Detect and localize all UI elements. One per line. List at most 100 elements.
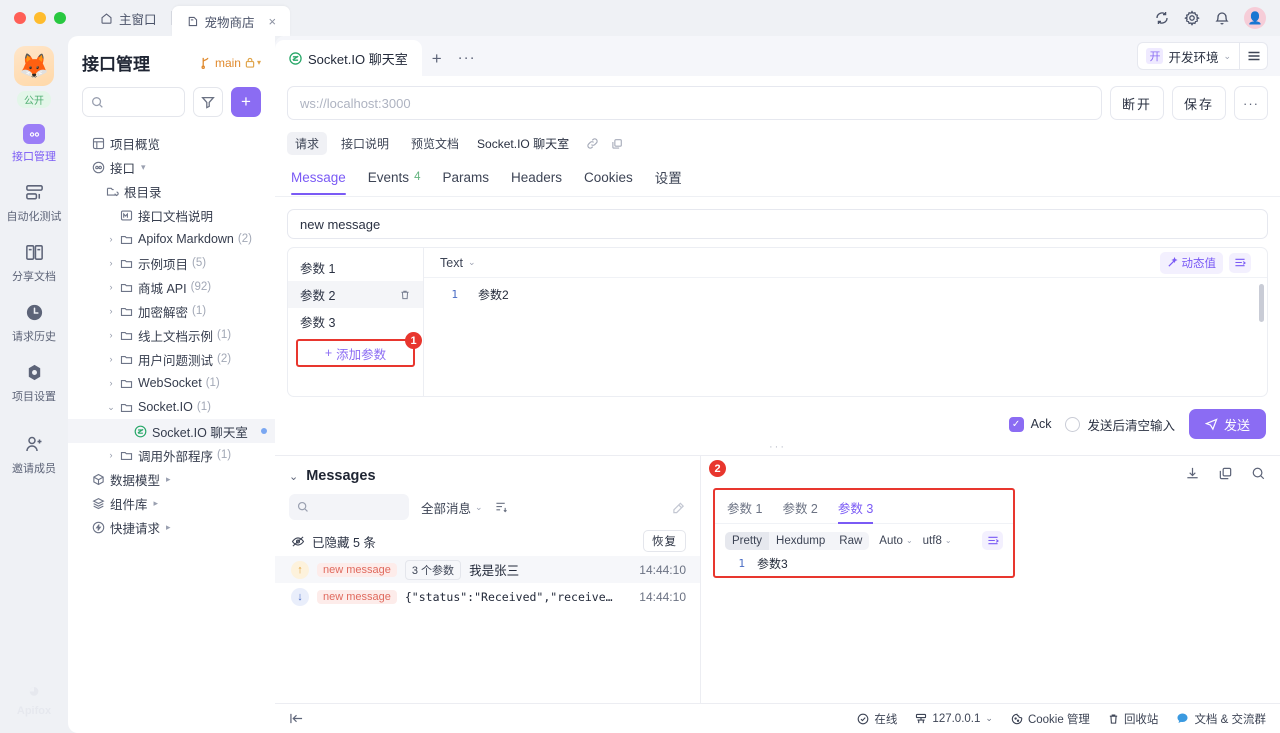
tree-item[interactable]: › 加密解密 (1) xyxy=(68,299,275,323)
tree-item[interactable]: › 用户问题测试 (2) xyxy=(68,347,275,371)
status-host[interactable]: 127.0.0.1 ⌄ xyxy=(915,713,993,725)
messages-header[interactable]: ⌄ Messages xyxy=(275,456,700,494)
environment-selector[interactable]: 开 开发环境 ⌄ xyxy=(1137,42,1240,70)
tree-item[interactable]: 根目录 xyxy=(68,179,275,203)
rail-item-settings[interactable]: 项目设置 xyxy=(4,360,64,404)
clear-messages-icon[interactable] xyxy=(672,501,686,514)
window-tab-project[interactable]: 宠物商店 × xyxy=(171,6,291,36)
subtab-preview-doc[interactable]: 预览文档 xyxy=(403,132,467,155)
bell-icon[interactable] xyxy=(1214,10,1230,26)
chevron-down-icon[interactable]: ⌄ xyxy=(104,402,118,413)
tree-item[interactable]: Socket.IO 聊天室 xyxy=(68,419,275,443)
search-input[interactable] xyxy=(82,87,185,117)
chevron-right-icon[interactable]: › xyxy=(104,306,118,316)
tree-item[interactable]: 接口 ▾ xyxy=(68,155,275,179)
disconnect-button[interactable]: 断开 xyxy=(1110,86,1164,120)
chevron-right-icon[interactable]: › xyxy=(104,450,118,460)
detail-charset-selector[interactable]: utf8 ⌄ xyxy=(923,535,952,547)
gear-icon[interactable] xyxy=(1184,10,1200,26)
close-window-button[interactable] xyxy=(14,12,26,24)
tree-item[interactable]: 组件库 ▸ xyxy=(68,491,275,515)
rail-item-history[interactable]: 请求历史 xyxy=(4,300,64,344)
document-tab-socketio[interactable]: Socket.IO 聊天室 xyxy=(275,40,422,76)
tree-item-expander-icon[interactable]: ▸ xyxy=(154,498,159,509)
lock-icon[interactable]: ▾ xyxy=(245,57,261,68)
tree-item-expander-icon[interactable]: ▾ xyxy=(141,162,146,173)
status-online[interactable]: 在线 xyxy=(857,711,897,727)
horizontal-splitter[interactable]: ··· xyxy=(275,439,1280,455)
param-item-3[interactable]: 参数 3 xyxy=(288,308,423,335)
add-tab-button[interactable]: + xyxy=(422,49,452,69)
detail-param-tab-3[interactable]: 参数 3 xyxy=(837,498,874,524)
add-param-button[interactable]: + 添加参数 1 xyxy=(296,332,422,367)
chevron-right-icon[interactable]: › xyxy=(104,330,118,340)
tree-item[interactable]: › 商城 API (92) xyxy=(68,275,275,299)
window-controls[interactable] xyxy=(0,12,66,24)
detail-param-tab-1[interactable]: 参数 1 xyxy=(727,498,762,523)
tab-events[interactable]: Events 4 xyxy=(368,170,421,194)
view-mode-raw[interactable]: Raw xyxy=(832,532,869,550)
maximize-window-button[interactable] xyxy=(54,12,66,24)
tab-params[interactable]: Params xyxy=(442,170,489,194)
tree-item[interactable]: › 示例项目 (5) xyxy=(68,251,275,275)
copy-icon[interactable] xyxy=(608,138,626,150)
clear-after-send-checkbox[interactable]: 发送后清空输入 xyxy=(1065,415,1175,434)
send-button[interactable]: 发送 xyxy=(1188,409,1266,439)
add-button[interactable]: + xyxy=(231,87,261,117)
tree-item[interactable]: 项目概览 xyxy=(68,131,275,155)
rail-item-api[interactable]: 接口管理 xyxy=(4,124,64,164)
chevron-right-icon[interactable]: › xyxy=(104,234,118,244)
save-button[interactable]: 保存 xyxy=(1172,86,1226,120)
project-avatar[interactable]: 🦊 xyxy=(14,46,54,86)
tree-item[interactable]: 快捷请求 ▸ xyxy=(68,515,275,539)
copy-icon[interactable] xyxy=(1218,466,1233,481)
event-name-input[interactable]: new message xyxy=(287,209,1268,239)
status-cookie-manager[interactable]: Cookie 管理 xyxy=(1011,711,1090,727)
filter-button[interactable] xyxy=(193,87,223,117)
avatar[interactable]: 👤 xyxy=(1244,7,1266,29)
dynamic-value-button[interactable]: 动态值 xyxy=(1159,251,1223,274)
sort-icon[interactable] xyxy=(495,501,508,513)
editor-body[interactable]: 1 参数2 xyxy=(424,278,1267,396)
environment-menu-button[interactable] xyxy=(1240,42,1268,70)
view-mode-hexdump[interactable]: Hexdump xyxy=(769,532,832,550)
detail-param-tab-2[interactable]: 参数 2 xyxy=(782,498,817,523)
collapse-left-icon[interactable] xyxy=(289,712,304,725)
url-input[interactable]: ws://localhost:3000 xyxy=(287,86,1102,120)
message-row-sent[interactable]: ↑ new message 3 个参数 我是张三 14:44:10 xyxy=(275,556,700,583)
tree-item-expander-icon[interactable]: ▸ xyxy=(166,474,171,485)
search-icon[interactable] xyxy=(1251,466,1266,481)
messages-type-filter[interactable]: 全部消息 ⌄ xyxy=(421,498,483,517)
editor-scrollbar[interactable] xyxy=(1259,284,1264,322)
rail-item-automation[interactable]: 自动化测试 xyxy=(4,180,64,224)
tab-message[interactable]: Message xyxy=(291,170,346,195)
download-icon[interactable] xyxy=(1185,466,1200,481)
chevron-right-icon[interactable]: › xyxy=(104,258,118,268)
editor-type-selector[interactable]: Text ⌄ xyxy=(440,256,475,270)
messages-search-input[interactable] xyxy=(289,494,409,520)
tree-item[interactable]: ⌄ Socket.IO (1) xyxy=(68,395,275,419)
tree-item[interactable]: 接口文档说明 xyxy=(68,203,275,227)
subtab-request[interactable]: 请求 xyxy=(287,132,328,155)
view-mode-pretty[interactable]: Pretty xyxy=(725,531,770,550)
branch-selector[interactable]: main ▾ xyxy=(200,56,261,70)
sync-icon[interactable] xyxy=(1154,10,1170,26)
detail-format-selector[interactable]: Auto ⌄ xyxy=(879,535,912,547)
tab-headers[interactable]: Headers xyxy=(511,170,562,194)
chevron-right-icon[interactable]: › xyxy=(104,282,118,292)
rail-item-invite[interactable]: 邀请成员 xyxy=(4,432,64,476)
subtab-api-doc[interactable]: 接口说明 xyxy=(333,132,397,155)
close-icon[interactable]: × xyxy=(269,14,277,29)
tab-more-button[interactable]: ··· xyxy=(452,49,482,66)
tab-settings[interactable]: 设置 xyxy=(655,167,682,196)
url-more-button[interactable]: ··· xyxy=(1234,86,1268,120)
status-docs-chat[interactable]: 文档 & 交流群 xyxy=(1176,711,1266,727)
link-icon[interactable] xyxy=(583,137,602,150)
minimize-window-button[interactable] xyxy=(34,12,46,24)
detail-wrap-button[interactable] xyxy=(982,531,1003,550)
param-item-1[interactable]: 参数 1 xyxy=(288,254,423,281)
tab-cookies[interactable]: Cookies xyxy=(584,170,633,194)
message-row-received[interactable]: ↓ new message {"status":"Received","rece… xyxy=(275,583,700,610)
window-tab-home[interactable]: 主窗口 xyxy=(86,4,171,32)
chevron-right-icon[interactable]: › xyxy=(104,354,118,364)
